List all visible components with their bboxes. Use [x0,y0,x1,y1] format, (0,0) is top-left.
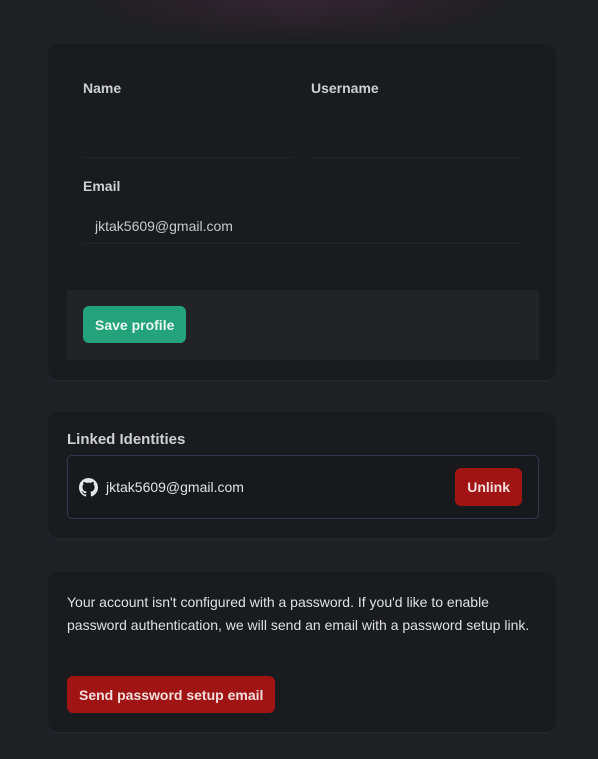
profile-actions-bar: Save profile [67,290,539,360]
send-password-setup-button[interactable]: Send password setup email [67,676,276,713]
password-card: Your account isn't configured with a pas… [48,572,556,732]
unlink-button[interactable]: Unlink [455,468,522,506]
identity-row: jktak5609@gmail.com Unlink [67,455,539,519]
linked-identities-card: Linked Identities jktak5609@gmail.com Un… [48,412,556,538]
email-field[interactable] [83,208,523,244]
password-message: Your account isn't configured with a pas… [67,594,530,633]
username-field[interactable] [311,122,521,158]
name-label: Name [83,80,122,96]
identity-email: jktak5609@gmail.com [106,479,244,495]
username-label: Username [311,80,379,96]
name-field[interactable] [83,122,293,158]
save-profile-button[interactable]: Save profile [83,306,187,343]
email-label: Email [83,178,121,194]
github-icon [79,478,98,497]
header-glow [90,0,510,40]
linked-identities-title: Linked Identities [67,431,186,448]
profile-card: Name Username Email Save profile [48,44,556,380]
